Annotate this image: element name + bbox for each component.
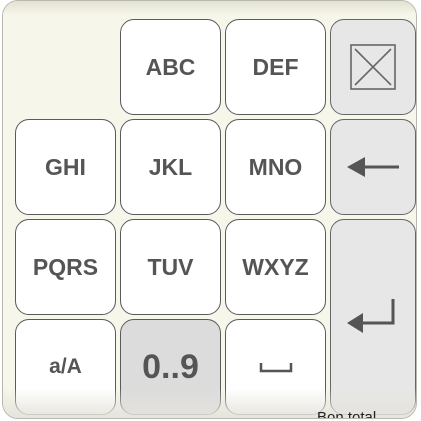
space-button[interactable]: [225, 319, 326, 415]
key-mno-label: MNO: [248, 153, 303, 180]
key-jkl[interactable]: JKL: [120, 119, 221, 215]
key-tuv[interactable]: TUV: [120, 219, 221, 315]
key-jkl-label: JKL: [148, 153, 193, 180]
enter-button[interactable]: [330, 219, 416, 415]
keypad-panel: ABC DEF GHI JKL MNO PQRS TUV WXYZ a/A 0.…: [2, 0, 417, 419]
key-tuv-label: TUV: [147, 253, 194, 280]
backspace-button[interactable]: [330, 119, 416, 215]
return-arrow-icon: [343, 295, 403, 339]
key-wxyz-label: WXYZ: [242, 253, 309, 280]
key-ghi[interactable]: GHI: [15, 119, 116, 215]
key-def-label: DEF: [252, 53, 299, 80]
key-pqrs[interactable]: PQRS: [15, 219, 116, 315]
case-toggle-button[interactable]: a/A: [15, 319, 116, 415]
background-status-text: Bon total: [317, 409, 377, 419]
arrow-left-icon: [343, 152, 403, 182]
case-toggle-label: a/A: [49, 355, 82, 378]
close-x-icon: [345, 39, 401, 95]
key-def[interactable]: DEF: [225, 19, 326, 115]
digits-mode-label: 0..9: [142, 347, 199, 386]
key-wxyz[interactable]: WXYZ: [225, 219, 326, 315]
panel-top-shade: [3, 1, 416, 15]
key-abc[interactable]: ABC: [120, 19, 221, 115]
key-pqrs-label: PQRS: [32, 253, 99, 280]
key-abc-label: ABC: [145, 53, 196, 80]
key-mno[interactable]: MNO: [225, 119, 326, 215]
key-ghi-label: GHI: [45, 153, 86, 180]
digits-mode-button[interactable]: 0..9: [120, 319, 221, 415]
space-bar-icon: [259, 359, 293, 375]
clear-button[interactable]: [330, 19, 416, 115]
